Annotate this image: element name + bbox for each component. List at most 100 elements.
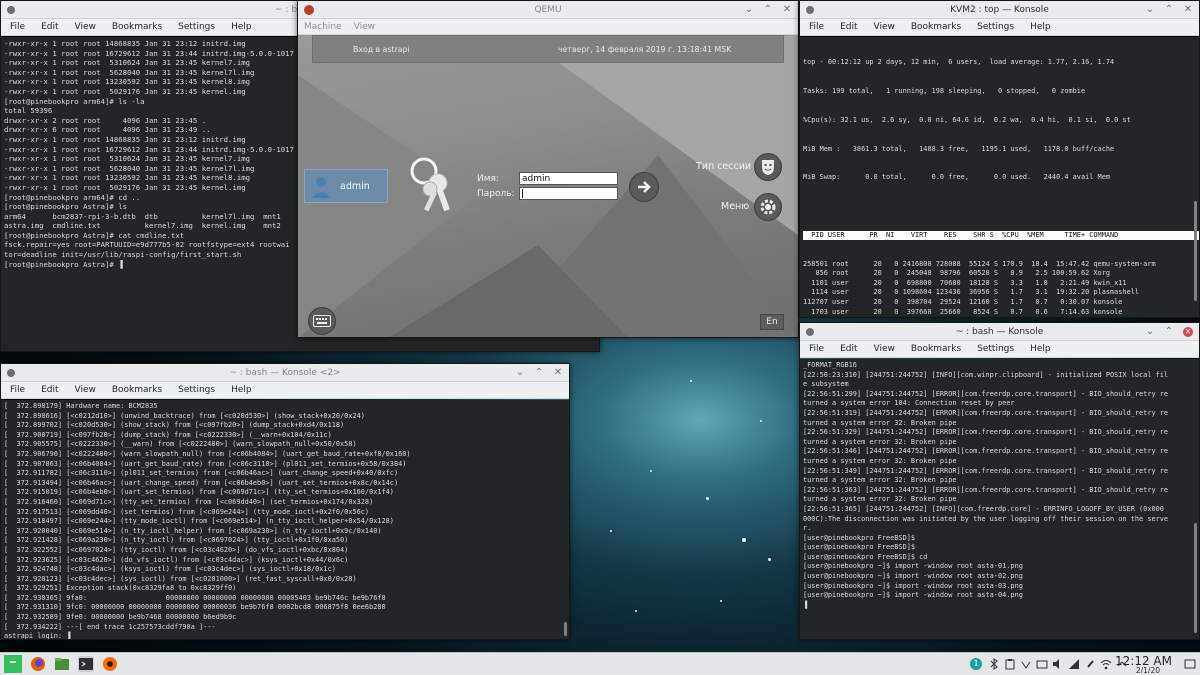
virtual-keyboard-button[interactable] xyxy=(308,307,336,335)
menu-edit[interactable]: Edit xyxy=(840,344,857,354)
window-menu-icon[interactable] xyxy=(806,328,814,336)
menu-view[interactable]: View xyxy=(874,22,895,32)
terminal-icon[interactable] xyxy=(78,656,94,672)
menu-edit[interactable]: Edit xyxy=(41,385,58,395)
menu-help[interactable]: Help xyxy=(231,22,252,32)
menu-view[interactable]: View xyxy=(75,22,96,32)
terminal-output[interactable]: [ 372.898179] Hardware name: BCM2835[ 37… xyxy=(1,400,569,639)
menu-file[interactable]: File xyxy=(10,22,25,32)
minimize-button[interactable]: ⌄ xyxy=(744,1,754,19)
show-desktop-icon[interactable] xyxy=(1184,658,1196,670)
scrollbar[interactable] xyxy=(1194,523,1197,633)
window-menu-icon[interactable] xyxy=(7,369,15,377)
scrollbar[interactable] xyxy=(1194,201,1197,301)
window-menu-icon[interactable] xyxy=(806,6,814,14)
login-submit-button[interactable] xyxy=(629,172,659,202)
terminal-line: astrapi login: ▐ xyxy=(4,632,71,639)
terminal-window-bottom-left: ~ : bash — Konsole <2> ⌄ ⌃ ✕ File Edit V… xyxy=(0,363,570,640)
notifications-icon[interactable] xyxy=(1020,658,1032,670)
process-row: 112707 user 20 0 398704 29524 12160 S 1.… xyxy=(803,298,1123,307)
menu-edit[interactable]: Edit xyxy=(840,22,857,32)
terminal-window-top: KVM2 : top — Konsole ⌄ ⌃ ✕ File Edit Vie… xyxy=(799,0,1200,318)
menu-machine[interactable]: Machine xyxy=(304,22,342,32)
process-table: 258501 root 20 0 2416808 728088 55124 S … xyxy=(803,260,1199,317)
language-button[interactable]: En xyxy=(760,314,784,330)
menu-file[interactable]: File xyxy=(809,344,824,354)
terminal-line: [ 372.916460] [<c069d71c>] (tty_set_term… xyxy=(4,497,374,506)
minimize-button[interactable]: ⌄ xyxy=(515,364,525,382)
network-icon[interactable] xyxy=(1068,658,1080,670)
name-field[interactable] xyxy=(519,172,618,185)
menu-settings[interactable]: Settings xyxy=(178,22,215,32)
terminal-line: [22:56:51:299] [244751:244752] [ERROR][c… xyxy=(803,389,1169,398)
menu-settings[interactable]: Settings xyxy=(977,344,1014,354)
manjaro-logo-icon xyxy=(4,655,22,673)
menu-edit[interactable]: Edit xyxy=(41,22,58,32)
close-button[interactable]: ✕ xyxy=(1183,327,1193,337)
close-button[interactable]: ✕ xyxy=(782,1,792,19)
window-titlebar[interactable]: KVM2 : top — Konsole ⌄ ⌃ ✕ xyxy=(800,1,1199,19)
menu-help[interactable]: Help xyxy=(231,385,252,395)
session-type-button[interactable] xyxy=(754,153,782,181)
wifi-icon[interactable] xyxy=(1100,658,1112,670)
file-manager-icon[interactable] xyxy=(54,656,70,672)
terminal-line: [22:56:51:329] [244751:244752] [ERROR][c… xyxy=(803,428,1169,437)
close-button[interactable]: ✕ xyxy=(553,364,563,382)
menu-settings[interactable]: Settings xyxy=(977,22,1014,32)
window-titlebar[interactable]: ~ : bash — Konsole ⌄ ⌃ ✕ xyxy=(800,323,1199,341)
menu-view[interactable]: View xyxy=(874,344,895,354)
window-titlebar[interactable]: ~ : bash — Konsole <2> ⌄ ⌃ ✕ xyxy=(1,364,569,382)
menu-help[interactable]: Help xyxy=(1030,22,1051,32)
terminal-line: [ 372.913494] [<c06b46ac>] (uart_change_… xyxy=(4,478,399,487)
top-output[interactable]: top - 00:12:12 up 2 days, 12 min, 6 user… xyxy=(800,37,1199,317)
menu-view[interactable]: View xyxy=(354,22,375,32)
user-tile-label: admin xyxy=(340,181,370,192)
minimize-button[interactable]: ⌄ xyxy=(1145,323,1155,341)
gear-icon xyxy=(760,199,776,215)
terminal-line: turned a system error 104: Connection re… xyxy=(803,399,1015,408)
terminal-line: turned a system error 32: Broken pipe xyxy=(803,495,957,504)
bluetooth-icon[interactable] xyxy=(988,658,1000,670)
clipboard-icon[interactable] xyxy=(1004,658,1016,670)
window-menu-icon[interactable] xyxy=(7,6,15,14)
password-field[interactable] xyxy=(519,187,618,200)
terminal-line: [ 372.898179] Hardware name: BCM2835 xyxy=(4,402,158,410)
top-summary-line: top - 00:12:12 up 2 days, 12 min, 6 user… xyxy=(803,58,1115,67)
app-launcher-manjaro-icon[interactable] xyxy=(4,655,22,673)
maximize-button[interactable]: ⌃ xyxy=(1164,1,1174,19)
qemu-app-icon[interactable] xyxy=(304,5,314,15)
menu-button[interactable] xyxy=(754,193,782,221)
maximize-button[interactable]: ⌃ xyxy=(1164,323,1174,341)
maximize-button[interactable]: ⌃ xyxy=(763,1,773,19)
theater-mask-icon xyxy=(762,160,774,175)
maximize-button[interactable]: ⌃ xyxy=(534,364,544,382)
menu-file[interactable]: File xyxy=(10,385,25,395)
clock-date[interactable]: 2/1/20 xyxy=(1136,666,1160,675)
terminal-output[interactable]: _FORMAT_RGB16 [22:50:23:310] [244751:2447… xyxy=(800,359,1199,639)
volume-icon[interactable] xyxy=(1052,658,1064,670)
attachment-icon[interactable] xyxy=(1084,658,1096,670)
qemu-task-icon[interactable] xyxy=(102,656,118,672)
menu-help[interactable]: Help xyxy=(1030,344,1051,354)
menu-settings[interactable]: Settings xyxy=(178,385,215,395)
menu-bookmarks[interactable]: Bookmarks xyxy=(112,22,162,32)
menu-view[interactable]: View xyxy=(75,385,96,395)
firefox-icon[interactable] xyxy=(30,656,46,672)
menu-bookmarks[interactable]: Bookmarks xyxy=(911,344,961,354)
menu-label: Меню xyxy=(721,201,750,212)
process-row: 1101 user 20 0 698800 70680 18128 S 3.3 … xyxy=(803,278,1127,287)
terminal-line: [ 372.898616] [<c0212d10>] (unwind_backt… xyxy=(4,411,365,420)
menu-file[interactable]: File xyxy=(809,22,824,32)
minimize-button[interactable]: ⌄ xyxy=(1145,1,1155,19)
scrollbar[interactable] xyxy=(564,622,567,636)
user-tile-admin[interactable]: admin xyxy=(304,169,388,203)
window-titlebar[interactable]: QEMU ⌄ ⌃ ✕ xyxy=(298,1,798,19)
menu-bookmarks[interactable]: Bookmarks xyxy=(911,22,961,32)
terminal-line: [user@pinebookpro ~]$ import -window roo… xyxy=(803,562,1023,571)
vm-display[interactable]: Вход в astrapi четверг, 14 февраля 2019 … xyxy=(298,35,798,337)
terminal-line: [ 372.929251] Exception stack(0xc8329fa8… xyxy=(4,584,237,593)
storage-icon[interactable] xyxy=(1036,658,1048,670)
close-button[interactable]: ✕ xyxy=(1183,1,1193,19)
menu-bookmarks[interactable]: Bookmarks xyxy=(112,385,162,395)
updates-badge[interactable]: 1 xyxy=(970,658,982,670)
